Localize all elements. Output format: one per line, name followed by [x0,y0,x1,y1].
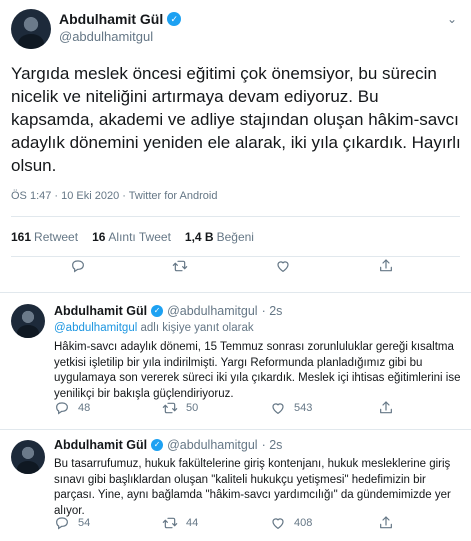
author-handle[interactable]: @abdulhamitgul [167,304,258,318]
tweet-stats: 161 Retweet 16 Alıntı Tweet 1,4 B Beğeni [11,230,254,244]
divider [11,216,460,217]
tweet-meta[interactable]: ÖS 1:47 · 10 Eki 2020 · Twitter for Andr… [11,190,217,202]
avatar[interactable] [11,440,45,474]
like-stat[interactable]: 1,4 B Beğeni [185,230,254,244]
verified-icon: ✓ [151,305,164,317]
reply-tweet[interactable]: Abdulhamit Gül ✓ @abdulhamitgul · 2s Bu … [0,430,471,541]
retweet-label: Retweet [34,230,79,244]
reply-text: Bu tasarrufumuz, hukuk fakültelerine gir… [54,458,451,517]
reply-to-suffix: adlı kişiye yanıt olarak [137,322,254,334]
heart-icon [270,515,286,531]
share-action[interactable] [378,515,394,531]
reply-tweet[interactable]: Abdulhamit Gül ✓ @abdulhamitgul · 2s @ab… [0,293,471,428]
retweet-count: 44 [186,517,199,529]
verified-icon: ✓ [167,12,182,26]
tweet-text: Yargıda meslek öncesi eğitimi çok önemsi… [11,64,461,175]
quote-count: 16 [92,230,106,244]
divider [11,256,460,257]
share-action[interactable] [378,400,394,416]
like-action[interactable]: 408 [270,515,312,531]
like-count: 1,4 B [184,230,214,244]
like-label: Beğeni [216,230,254,244]
heart-icon[interactable] [275,258,291,274]
reply-action[interactable]: 48 [54,400,90,416]
timestamp[interactable]: · 2s [262,304,283,318]
retweet-action[interactable]: 44 [162,515,198,531]
retweet-count: 161 [11,230,32,244]
reply-action[interactable]: 54 [54,515,90,531]
share-icon [378,515,394,531]
avatar[interactable] [11,9,51,49]
reply-to-label: @abdulhamitgul adlı kişiye yanıt olarak [54,322,254,334]
author-row: Abdulhamit Gül ✓ [59,11,182,27]
reply-header: Abdulhamit Gül ✓ @abdulhamitgul · 2s [54,438,282,452]
reply-icon [54,515,70,531]
retweet-icon[interactable] [172,258,188,274]
retweet-icon [162,400,178,416]
retweet-count: 50 [186,402,199,414]
like-count: 408 [294,517,313,529]
like-count: 543 [294,402,313,414]
reply-to-mention[interactable]: @abdulhamitgul [54,322,137,334]
reply-text: Hâkim-savcı adaylık dönemi, 15 Temmuz so… [54,341,461,400]
timestamp[interactable]: · 2s [262,438,283,452]
avatar[interactable] [11,304,45,338]
quote-stat[interactable]: 16 Alıntı Tweet [92,230,171,244]
quote-label: Alıntı Tweet [108,230,171,244]
reply-icon [54,400,70,416]
reply-header: Abdulhamit Gül ✓ @abdulhamitgul · 2s [54,304,282,318]
heart-icon [270,400,286,416]
author-name[interactable]: Abdulhamit Gül [59,11,163,27]
author-handle[interactable]: @abdulhamitgul [59,29,153,44]
retweet-icon [162,515,178,531]
retweet-stat[interactable]: 161 Retweet [11,230,78,244]
retweet-action[interactable]: 50 [162,400,198,416]
share-icon [378,400,394,416]
reply-count: 48 [78,402,91,414]
chevron-down-icon[interactable]: ⌄ [447,12,457,26]
reply-count: 54 [78,517,91,529]
author-name[interactable]: Abdulhamit Gül [54,438,147,452]
author-handle[interactable]: @abdulhamitgul [167,438,258,452]
share-icon[interactable] [378,258,394,274]
like-action[interactable]: 543 [270,400,312,416]
reply-icon[interactable] [70,258,86,274]
verified-icon: ✓ [151,439,164,451]
author-name[interactable]: Abdulhamit Gül [54,304,147,318]
